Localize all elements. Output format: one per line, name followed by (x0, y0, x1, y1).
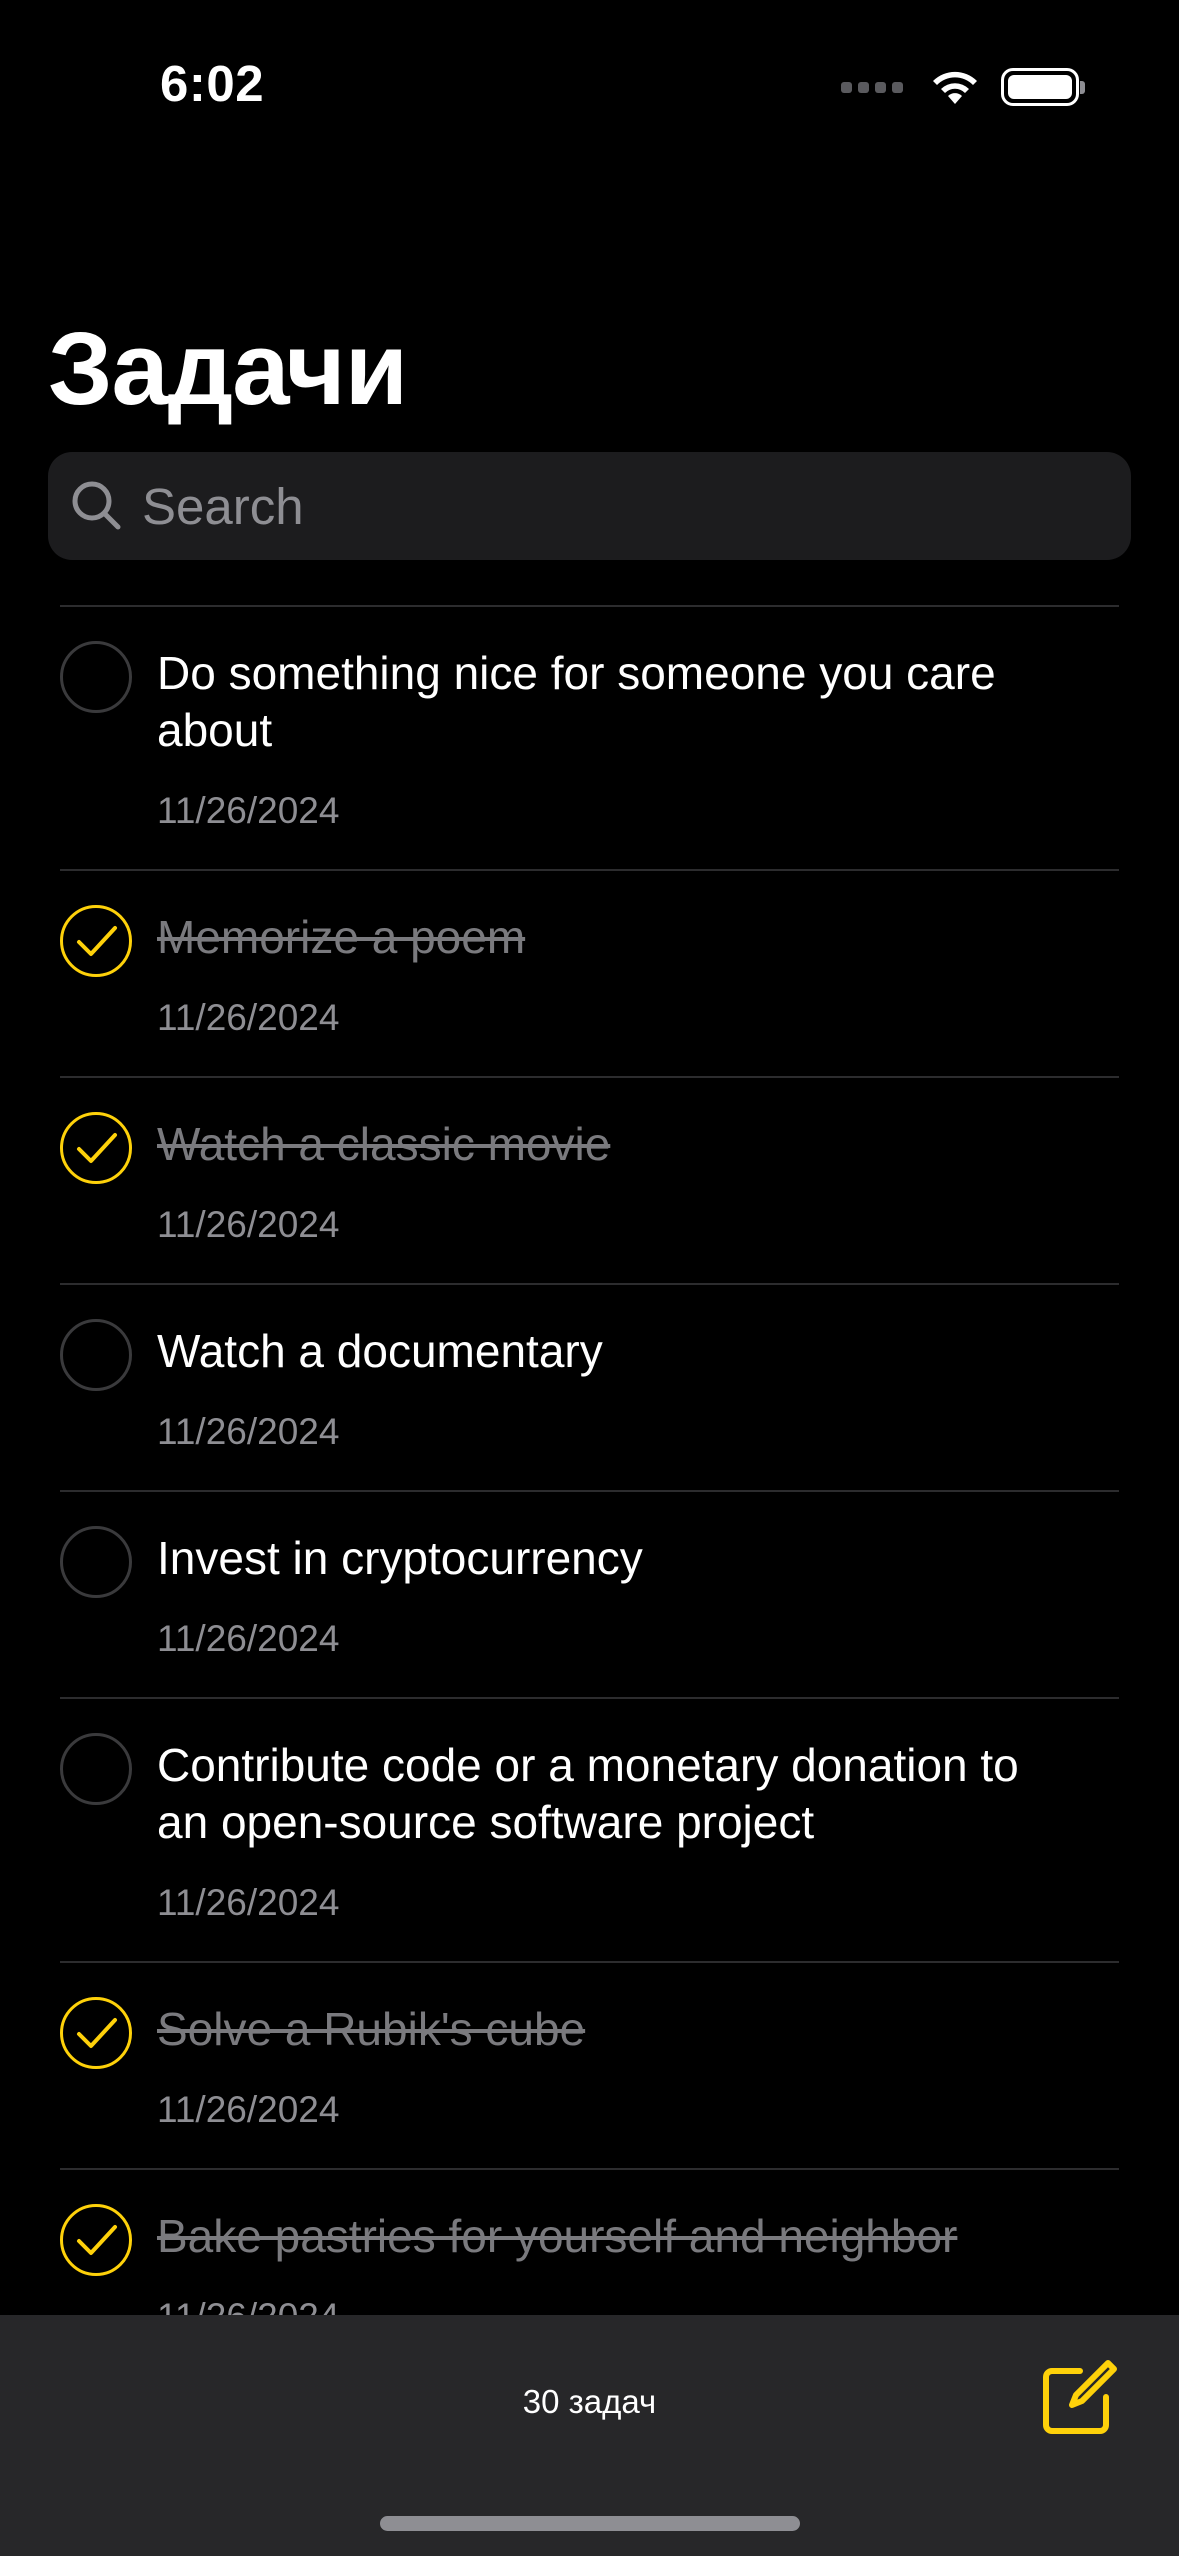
empty-circle-icon[interactable] (60, 1526, 132, 1598)
search-input[interactable] (140, 475, 1094, 537)
task-row[interactable]: Memorize a poem 11/26/2024 (60, 871, 1119, 1078)
screen: 6:02 Задачи Do something nice for someon… (0, 0, 1179, 2556)
empty-circle-icon[interactable] (60, 1319, 132, 1391)
bottom-toolbar: 30 задач (0, 2315, 1179, 2556)
empty-circle-icon[interactable] (60, 1733, 132, 1805)
checkmark-circle-icon[interactable] (60, 1997, 132, 2069)
task-title: Contribute code or a monetary donation t… (157, 1739, 1019, 1848)
empty-circle-icon[interactable] (60, 641, 132, 713)
status-time: 6:02 (160, 55, 265, 112)
task-title: Do something nice for someone you care a… (157, 647, 996, 756)
checkmark-circle-icon[interactable] (60, 2204, 132, 2276)
task-row[interactable]: Contribute code or a monetary donation t… (60, 1699, 1119, 1963)
status-icons (841, 62, 1085, 112)
task-count-label: 30 задач (522, 2383, 657, 2420)
task-title: Invest in cryptocurrency (157, 1532, 643, 1584)
task-date: 11/26/2024 (157, 1882, 340, 1923)
task-date: 11/26/2024 (157, 1618, 340, 1659)
task-title: Memorize a poem (157, 911, 526, 963)
task-date: 11/26/2024 (157, 997, 340, 1038)
task-title: Bake pastries for yourself and neighbor (157, 2210, 958, 2262)
search-icon (72, 481, 121, 530)
task-row[interactable]: Do something nice for someone you care a… (60, 607, 1119, 871)
task-list: Do something nice for someone you care a… (60, 605, 1119, 2377)
task-date: 11/26/2024 (157, 790, 340, 831)
signal-icon (841, 81, 903, 93)
task-title: Solve a Rubik's cube (157, 2003, 586, 2055)
home-indicator (380, 2516, 800, 2531)
task-row[interactable]: Watch a documentary 11/26/2024 (60, 1285, 1119, 1492)
task-row[interactable]: Watch a classic movie 11/26/2024 (60, 1078, 1119, 1285)
battery-icon (1001, 68, 1085, 106)
task-title: Watch a classic movie (157, 1118, 611, 1170)
task-date: 11/26/2024 (157, 2089, 340, 2130)
compose-icon[interactable] (1038, 2359, 1118, 2439)
task-row[interactable]: Invest in cryptocurrency 11/26/2024 (60, 1492, 1119, 1699)
checkmark-circle-icon[interactable] (60, 1112, 132, 1184)
task-date: 11/26/2024 (157, 1411, 340, 1452)
page-title: Задачи (48, 311, 408, 426)
task-row[interactable]: Solve a Rubik's cube 11/26/2024 (60, 1963, 1119, 2170)
wifi-icon (933, 71, 977, 104)
search-bar[interactable] (48, 452, 1131, 560)
checkmark-circle-icon[interactable] (60, 905, 132, 977)
task-title: Watch a documentary (157, 1325, 603, 1377)
task-date: 11/26/2024 (157, 1204, 340, 1245)
